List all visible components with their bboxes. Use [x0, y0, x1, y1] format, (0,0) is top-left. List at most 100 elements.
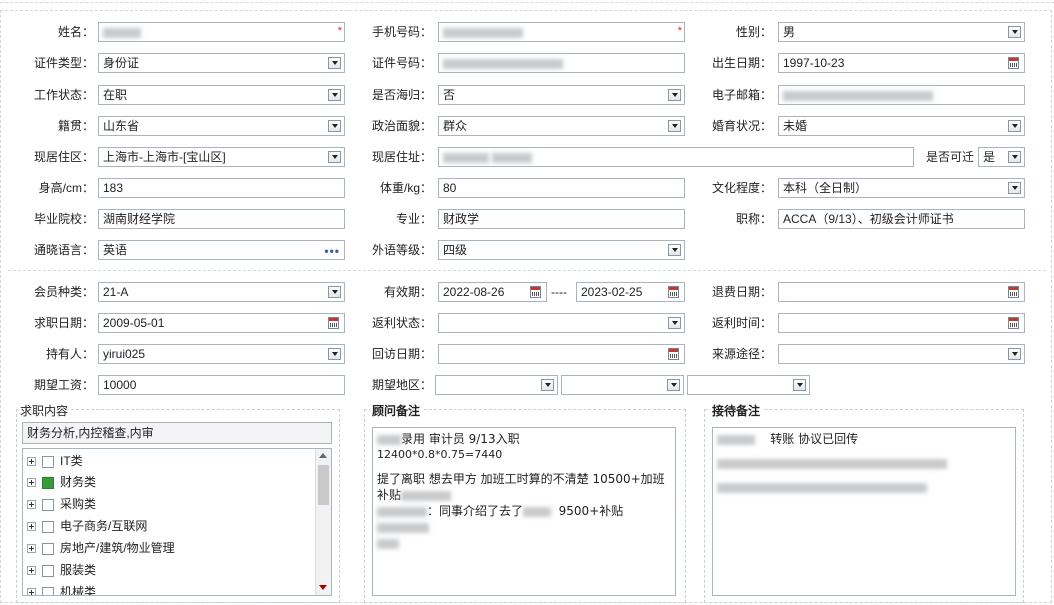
tree-item-it[interactable]: IT类 [27, 451, 83, 471]
member-type-select[interactable]: 21-A [98, 282, 345, 302]
political-select[interactable]: 群众 [438, 116, 685, 136]
checkbox[interactable] [42, 520, 54, 533]
chevron-down-icon[interactable] [328, 57, 341, 69]
checkbox[interactable] [42, 498, 54, 511]
consultant-notes-textarea[interactable]: 录用 审计员 9/13入职 12400*0.8*0.75=7440 提了离职 想… [372, 427, 676, 596]
id-type-select[interactable]: 身份证 [98, 53, 345, 73]
tree-item-realestate[interactable]: 房地产/建筑/物业管理 [27, 538, 175, 558]
chevron-down-icon[interactable] [328, 151, 341, 163]
chevron-down-icon[interactable] [328, 89, 341, 101]
work-status-select[interactable]: 在职 [98, 85, 345, 105]
more-options-icon[interactable]: ••• [324, 242, 340, 259]
language-field[interactable]: 英语 ••• [98, 240, 345, 260]
chevron-down-icon[interactable] [793, 379, 806, 391]
chevron-down-icon[interactable] [1008, 26, 1021, 38]
checkbox[interactable] [42, 455, 54, 468]
chevron-down-icon[interactable] [1008, 120, 1021, 132]
tree-item-purchasing[interactable]: 采购类 [27, 494, 96, 514]
calendar-icon[interactable] [668, 348, 679, 360]
tree-item-machinery[interactable]: 机械类 [27, 582, 96, 595]
lang-level-select[interactable]: 四级 [438, 240, 685, 260]
expand-icon[interactable] [27, 588, 36, 595]
validity-end-field[interactable]: 2023-02-25 [576, 282, 685, 302]
expand-icon[interactable] [27, 566, 36, 576]
reception-notes-textarea[interactable]: 转账 协议已回传 [712, 427, 1016, 596]
chevron-down-icon[interactable] [1008, 151, 1021, 163]
tree-item-label: IT类 [60, 454, 83, 468]
job-category-tree[interactable]: IT类 财务类 采购类 电子商务/互联网 房地产/建筑/物业管理 服装类 机械类 [22, 448, 332, 596]
tree-item-finance[interactable]: 财务类 [27, 472, 96, 492]
region-province-select[interactable] [435, 375, 558, 395]
tree-item-apparel[interactable]: 服装类 [27, 560, 96, 580]
gender-select[interactable]: 男 [778, 22, 1025, 42]
expand-icon[interactable] [27, 522, 36, 532]
holder-select[interactable]: yirui025 [98, 344, 345, 364]
calendar-icon[interactable] [1008, 317, 1019, 329]
name-field[interactable]: * [98, 22, 345, 42]
current-address-field[interactable] [438, 147, 914, 167]
chevron-down-icon[interactable] [667, 379, 680, 391]
tree-item-ecommerce[interactable]: 电子商务/互联网 [27, 516, 147, 536]
validity-start-field[interactable]: 2022-08-26 [438, 282, 547, 302]
chevron-down-icon[interactable] [668, 317, 681, 329]
consultant-notes-title: 顾问备注 [370, 402, 423, 419]
region-district-select[interactable] [687, 375, 810, 395]
expand-icon[interactable] [27, 478, 36, 488]
overseas-select[interactable]: 否 [438, 85, 685, 105]
id-number-field[interactable] [438, 53, 685, 73]
expand-icon[interactable] [27, 544, 36, 554]
refund-date-label: 退费日期： [711, 285, 772, 299]
chevron-down-icon[interactable] [328, 286, 341, 298]
visit-date-field[interactable] [438, 344, 685, 364]
weight-field[interactable]: 80 [438, 178, 685, 198]
title-label: 职称： [735, 212, 772, 226]
chevron-down-icon[interactable] [1008, 182, 1021, 194]
checkbox[interactable] [42, 586, 54, 595]
calendar-icon[interactable] [1008, 57, 1019, 69]
note-line: 补贴 [377, 488, 402, 502]
chevron-down-icon[interactable] [541, 379, 554, 391]
chevron-down-icon[interactable] [668, 120, 681, 132]
validity-end-value: 2023-02-25 [581, 285, 643, 299]
scroll-up-icon[interactable] [319, 453, 327, 458]
scroll-down-icon[interactable] [319, 585, 327, 590]
note-line: 录用 审计员 9/13入职 [401, 432, 520, 446]
chevron-down-icon[interactable] [328, 120, 341, 132]
rebate-time-field[interactable] [778, 313, 1025, 333]
calendar-icon[interactable] [328, 317, 339, 329]
major-field[interactable]: 财政学 [438, 209, 685, 229]
chevron-down-icon[interactable] [1008, 348, 1021, 360]
calendar-icon[interactable] [1008, 286, 1019, 298]
marital-select[interactable]: 未婚 [778, 116, 1025, 136]
native-place-select[interactable]: 山东省 [98, 116, 345, 136]
birth-date-field[interactable]: 1997-10-23 [778, 53, 1025, 73]
email-field[interactable] [778, 85, 1025, 105]
mobile-field[interactable]: * [438, 22, 685, 42]
tree-scrollbar[interactable] [315, 449, 331, 595]
region-city-select[interactable] [561, 375, 684, 395]
school-field[interactable]: 湖南财经学院 [98, 209, 345, 229]
height-field[interactable]: 183 [98, 178, 345, 198]
relocate-select[interactable]: 是 [978, 147, 1025, 167]
source-select[interactable] [778, 344, 1025, 364]
chevron-down-icon[interactable] [668, 244, 681, 256]
chevron-down-icon[interactable] [668, 89, 681, 101]
job-content-summary[interactable]: 财务分析,内控稽查,内审 [22, 422, 332, 444]
gender-value: 男 [783, 25, 796, 39]
expand-icon[interactable] [27, 457, 36, 467]
expand-icon[interactable] [27, 500, 36, 510]
salary-field[interactable]: 10000 [98, 375, 345, 395]
chevron-down-icon[interactable] [328, 348, 341, 360]
checkbox[interactable] [42, 564, 54, 577]
job-date-field[interactable]: 2009-05-01 [98, 313, 345, 333]
rebate-status-select[interactable] [438, 313, 685, 333]
scrollbar-thumb[interactable] [318, 465, 329, 505]
title-field[interactable]: ACCA（9/13）、初级会计师证书 [778, 209, 1025, 229]
calendar-icon[interactable] [668, 286, 679, 298]
checkbox[interactable] [42, 542, 54, 555]
education-select[interactable]: 本科（全日制） [778, 178, 1025, 198]
refund-date-field[interactable] [778, 282, 1025, 302]
checkbox-checked[interactable] [42, 476, 54, 489]
current-area-select[interactable]: 上海市-上海市-[宝山区] [98, 147, 345, 167]
calendar-icon[interactable] [530, 286, 541, 298]
